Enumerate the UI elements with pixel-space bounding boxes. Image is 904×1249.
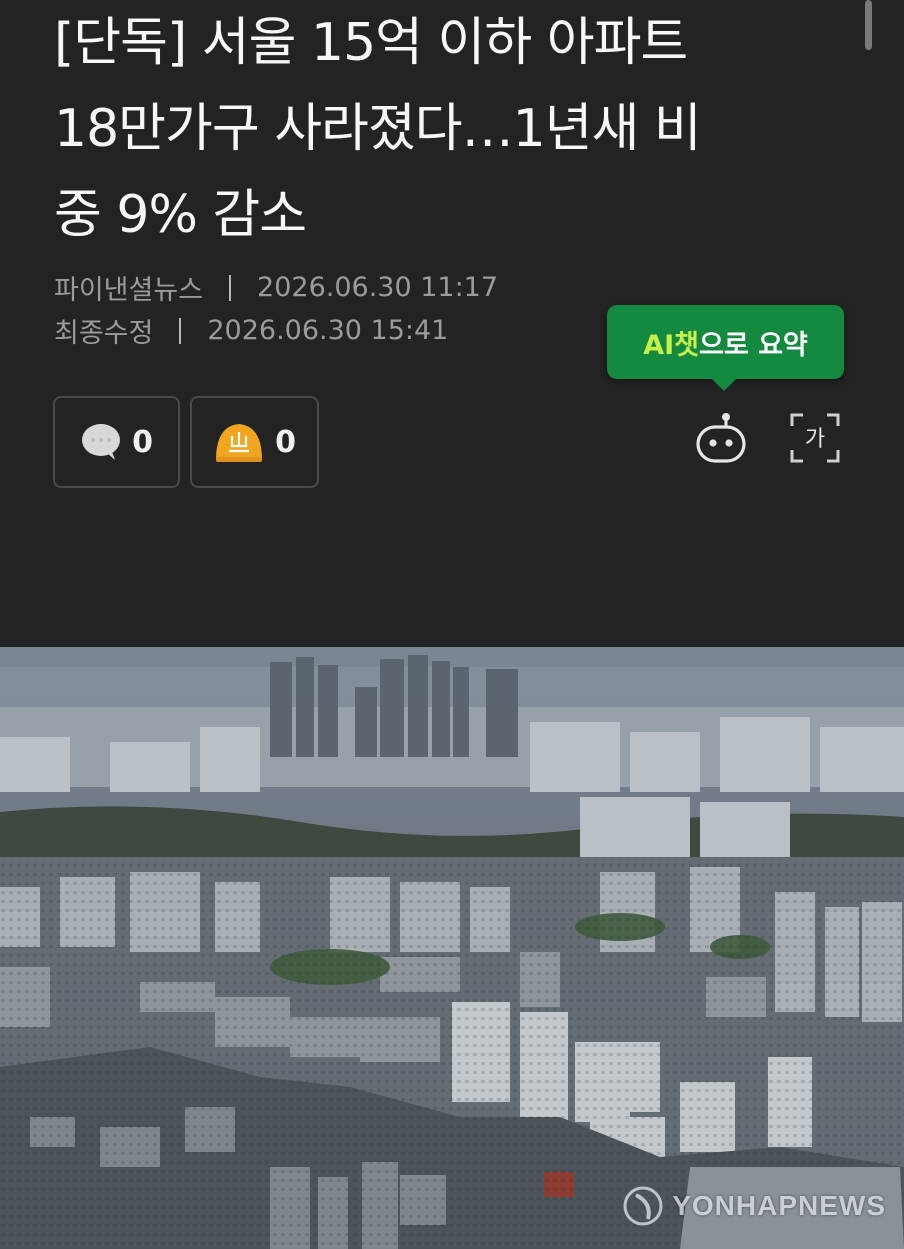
article-page: [단독] 서울 15억 이하 아파트 18만가구 사라졌다…1년새 비 중 9%… xyxy=(0,0,904,1249)
comment-button[interactable]: 0 xyxy=(53,396,180,488)
photo-watermark: YONHAPNEWS xyxy=(622,1185,886,1227)
modified-label: 최종수정 xyxy=(54,318,154,349)
font-size-glyph: 가 xyxy=(805,427,825,452)
published-time: 2026.06.30 11:17 xyxy=(257,272,499,303)
headline-line-2: 18만가구 사라졌다…1년새 비 xyxy=(54,99,702,159)
yonhap-logo-icon xyxy=(623,1186,663,1226)
like-count: 0 xyxy=(275,424,296,460)
modified-time: 2026.06.30 15:41 xyxy=(207,315,449,346)
city-aerial-photo xyxy=(0,647,904,1249)
headline-line-3: 중 9% 감소 xyxy=(54,185,307,245)
ai-bot-icon[interactable] xyxy=(695,410,747,466)
article-headline: [단독] 서울 15억 이하 아파트 18만가구 사라졌다…1년새 비 중 9%… xyxy=(54,0,854,258)
helmet-emoji-icon xyxy=(216,424,263,462)
comment-count: 0 xyxy=(132,424,153,460)
modified-info: 최종수정 2026.06.30 15:41 xyxy=(54,311,448,350)
meta-divider xyxy=(179,317,182,344)
scrollbar[interactable] xyxy=(865,0,872,50)
like-button[interactable]: 0 xyxy=(190,396,319,488)
article-photo[interactable]: YONHAPNEWS xyxy=(0,647,904,1249)
publish-info: 파이낸셜뉴스 2026.06.30 11:17 xyxy=(54,268,498,307)
publisher-name[interactable]: 파이낸셜뉴스 xyxy=(54,268,203,307)
speech-bubble-icon xyxy=(82,424,121,460)
ai-tooltip-text: 으로 요약 xyxy=(699,329,808,361)
font-size-icon[interactable]: 가 xyxy=(789,412,841,464)
ai-summary-tooltip[interactable]: AI챗 으로 요약 xyxy=(607,305,844,391)
headline-line-1: [단독] 서울 15억 이하 아파트 xyxy=(54,13,688,73)
ai-tooltip-highlight: AI챗 xyxy=(643,329,700,361)
watermark-text: YONHAPNEWS xyxy=(672,1190,886,1221)
meta-divider xyxy=(229,274,232,301)
